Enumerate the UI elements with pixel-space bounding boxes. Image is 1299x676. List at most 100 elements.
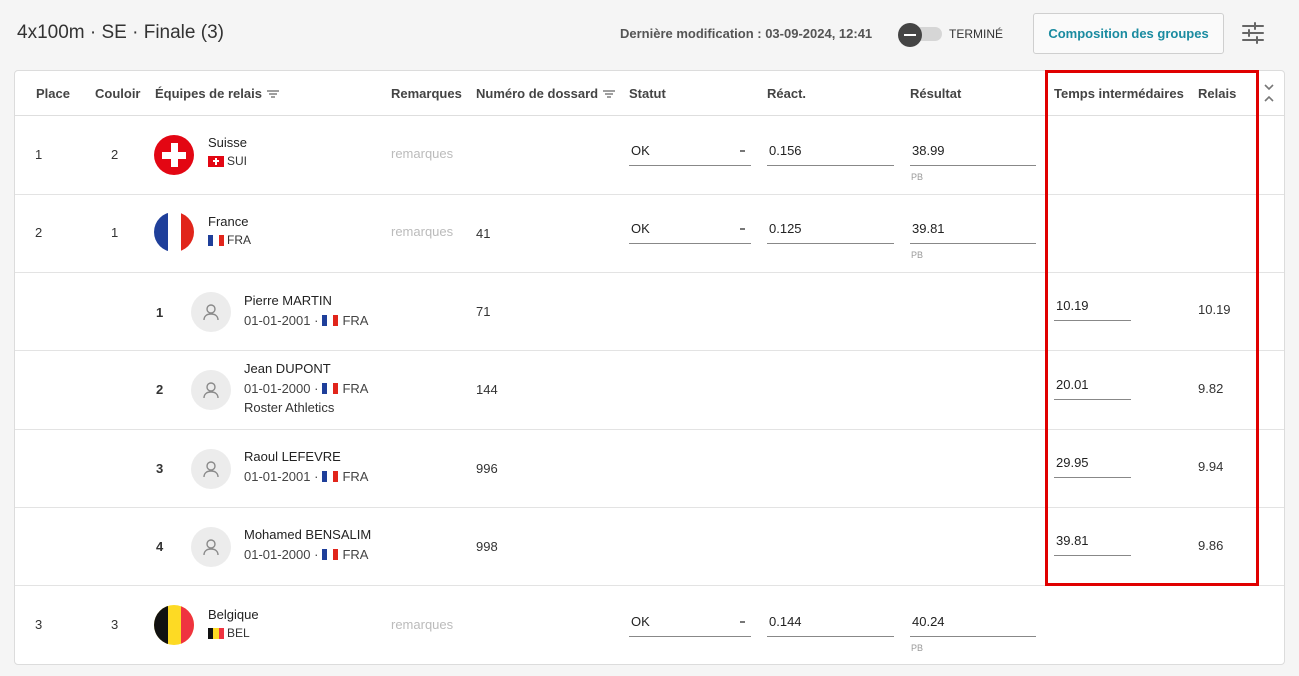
athlete-name[interactable]: Jean DUPONT [244,361,331,376]
col-place[interactable]: Place [36,86,70,101]
table-row-team[interactable]: 3 3 Belgique BEL remarques OK 0.144 40.2… [15,586,1284,664]
status-toggle[interactable] [898,23,944,47]
col-result[interactable]: Résultat [910,86,961,101]
split-time-input[interactable]: 39.81 [1054,532,1131,556]
table-row-athlete[interactable]: 3 Raoul LEFEVRE 01-01-2001 · FRA 996 29.… [15,430,1284,508]
runner-order: 4 [156,539,164,554]
col-bib[interactable]: Numéro de dossard [476,86,616,101]
athlete-name[interactable]: Raoul LEFEVRE [244,449,341,464]
filter-icon[interactable] [603,89,616,98]
bib-number: 144 [476,382,498,397]
col-teams-label: Équipes de relais [155,86,262,101]
runner-order: 3 [156,461,164,476]
athlete-info: 01-01-2000 · FRA [244,547,368,562]
col-bib-label: Numéro de dossard [476,86,599,101]
results-table: Place Couloir Équipes de relais Remarque… [14,70,1285,665]
status-select[interactable]: OK [629,220,751,244]
team-name[interactable]: Belgique [208,607,259,622]
place: 2 [35,225,43,240]
col-teams[interactable]: Équipes de relais [155,86,279,101]
athlete-country: FRA [342,313,369,328]
reaction-input[interactable]: 0.156 [767,142,894,166]
table-row-athlete[interactable]: 4 Mohamed BENSALIM 01-01-2000 · FRA 998 … [15,508,1284,586]
athlete-dob: 01-01-2001 · [244,469,319,484]
bib-number: 41 [476,226,491,241]
remarks-input[interactable]: remarques [391,617,453,632]
athlete-country: FRA [342,469,369,484]
athlete-info: 01-01-2001 · FRA [244,313,368,328]
result-note: PB [911,250,924,260]
avatar [191,292,231,332]
remarks-input[interactable]: remarques [391,146,453,161]
last-modified: Dernière modification : 03-09-2024, 12:4… [620,26,873,41]
col-lane[interactable]: Couloir [95,86,141,101]
team-country: BEL [208,626,250,640]
status-select[interactable]: OK [629,613,751,637]
col-status[interactable]: Statut [629,86,666,101]
french-flag-icon [154,212,194,252]
result-note: PB [911,643,924,653]
belgian-flag-icon [208,627,224,639]
lane: 1 [111,225,119,240]
person-icon [203,461,219,478]
runner-order: 1 [156,305,164,320]
reaction-input[interactable]: 0.144 [767,613,894,637]
result-input[interactable]: 39.81 [910,220,1036,244]
avatar [191,527,231,567]
avatar [191,449,231,489]
athlete-club: Roster Athletics [244,400,335,415]
split-time-input[interactable]: 20.01 [1054,376,1131,400]
top-bar: 4x100m · SE · Finale (3) Dernière modifi… [0,0,1299,68]
bib-number: 998 [476,539,498,554]
result-input[interactable]: 38.99 [910,142,1036,166]
table-row-team[interactable]: 2 1 France FRA remarques 41 OK 0.125 39.… [15,195,1284,273]
athlete-country: FRA [342,381,369,396]
table-row-athlete[interactable]: 1 Pierre MARTIN 01-01-2001 · FRA 71 10.1… [15,273,1284,351]
person-icon [203,539,219,556]
table-row-athlete[interactable]: 2 Jean DUPONT 01-01-2000 · FRA Roster At… [15,351,1284,430]
french-flag-icon [322,315,339,326]
team-code: FRA [227,233,251,247]
relay-leg-time: 9.82 [1198,381,1224,396]
split-time-input[interactable]: 10.19 [1054,297,1131,321]
lane: 3 [111,617,119,632]
athlete-name[interactable]: Mohamed BENSALIM [244,527,371,542]
team-country: SUI [208,154,247,168]
reaction-input[interactable]: 0.125 [767,220,894,244]
col-reaction[interactable]: Réact. [767,86,806,101]
team-country: FRA [208,233,251,247]
status-toggle-label: TERMINÉ [949,27,1003,41]
result-input[interactable]: 40.24 [910,613,1036,637]
collapse-columns-icon[interactable] [1262,82,1276,104]
status-select[interactable]: OK [629,142,751,166]
filter-icon[interactable] [266,89,279,98]
place: 1 [35,147,43,162]
athlete-info: 01-01-2001 · FRA [244,469,368,484]
relay-leg-time: 9.94 [1198,459,1224,474]
place: 3 [35,617,43,632]
french-flag-icon [322,549,339,560]
athlete-country: FRA [342,547,369,562]
swiss-flag-icon [208,155,224,167]
col-splits[interactable]: Temps intermédaires [1054,86,1184,101]
table-header: Place Couloir Équipes de relais Remarque… [15,71,1284,116]
swiss-flag-icon [154,135,194,175]
relay-leg-time: 9.86 [1198,538,1224,553]
lane: 2 [111,147,119,162]
athlete-name[interactable]: Pierre MARTIN [244,293,332,308]
col-remarks[interactable]: Remarques [391,86,462,101]
compose-groups-button[interactable]: Composition des groupes [1033,13,1224,54]
page-title: 4x100m · SE · Finale (3) [17,22,224,43]
relay-leg-time: 10.19 [1198,302,1231,317]
sliders-settings-icon[interactable] [1240,20,1266,46]
split-time-input[interactable]: 29.95 [1054,454,1131,478]
table-row-team[interactable]: 1 2 Suisse SUI remarques OK 0.156 38.99 … [15,116,1284,195]
team-name[interactable]: Suisse [208,135,247,150]
person-icon [203,382,219,399]
remarks-input[interactable]: remarques [391,224,453,239]
team-name[interactable]: France [208,214,248,229]
col-relay[interactable]: Relais [1198,86,1236,101]
french-flag-icon [322,471,339,482]
french-flag-icon [322,383,339,394]
team-code: SUI [227,154,248,168]
